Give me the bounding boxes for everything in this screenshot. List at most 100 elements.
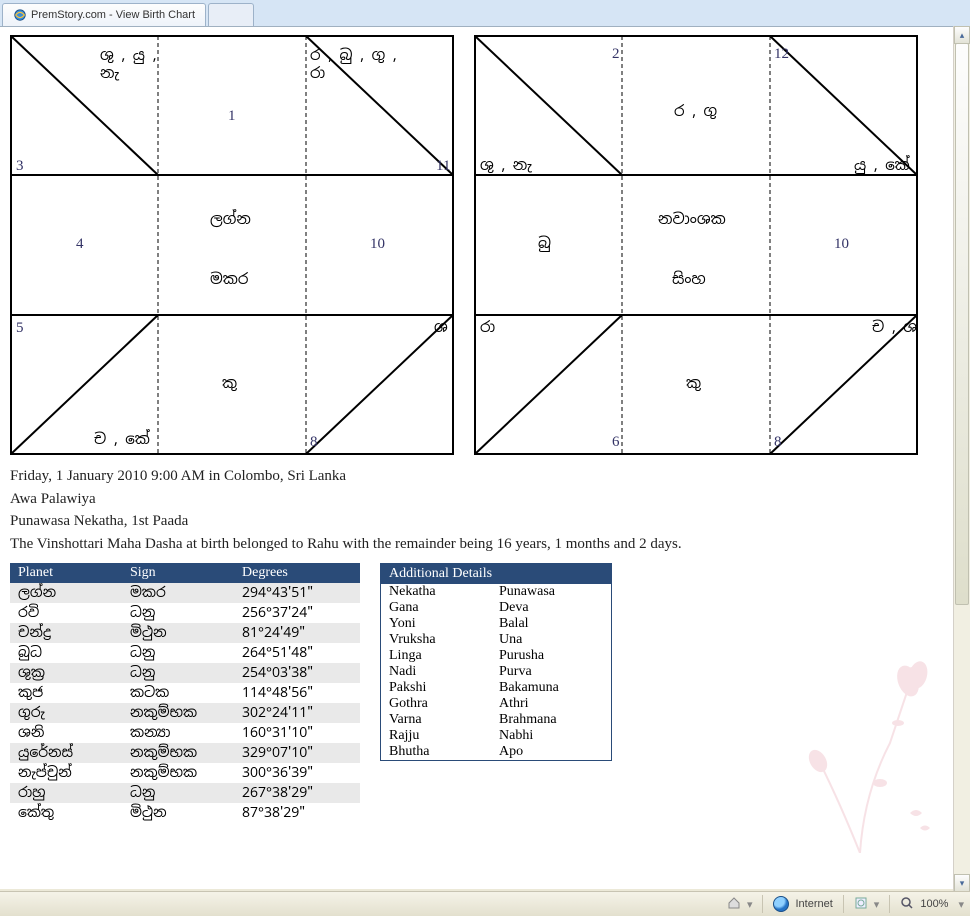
protected-mode-icon[interactable]	[854, 896, 868, 913]
detail-value: Brahmana	[491, 712, 612, 728]
table-row: GanaDeva	[381, 600, 612, 616]
detail-key: Gana	[381, 600, 492, 616]
planet-table: Planet Sign Degrees ලග්නමකර294°43'51"රවි…	[10, 563, 360, 823]
detail-value: Punawasa	[491, 584, 612, 600]
rasi-house9-text: ශ	[434, 319, 448, 337]
table-cell: කුජ	[10, 683, 122, 703]
tab-active[interactable]: PremStory.com - View Birth Chart	[2, 3, 206, 26]
detail-key: Varna	[381, 712, 492, 728]
info-datetime: Friday, 1 January 2010 9:00 AM in Colomb…	[10, 465, 952, 488]
rasi-house2-text: ශු , යු , නැ	[100, 47, 164, 83]
detail-key: Bhutha	[381, 744, 492, 761]
table-cell: චන්ද්‍ර	[10, 623, 122, 643]
table-cell: නැප්චුන්	[10, 763, 122, 783]
table-cell: 294°43'51"	[234, 583, 360, 603]
ie-icon	[13, 8, 27, 22]
detail-value: Nabhi	[491, 728, 612, 744]
details-table: Additional Details NekathaPunawasaGanaDe…	[380, 563, 612, 761]
nav-cl: බු	[538, 235, 551, 253]
table-row: RajjuNabhi	[381, 728, 612, 744]
page-content: ශු , යු , නැ ර , බු , ගු , රා 1 3 11 ලග්…	[0, 27, 958, 889]
table-row: කේතුමිථුන87°38'29"	[10, 803, 360, 823]
scroll-thumb[interactable]	[955, 43, 969, 605]
table-row: රාහුධනු267°38'29"	[10, 783, 360, 803]
planet-header-sign: Sign	[122, 563, 234, 583]
detail-key: Pakshi	[381, 680, 492, 696]
table-cell: මකර	[122, 583, 234, 603]
nav-center-top: නවාංශක	[658, 211, 726, 229]
rasi-house3-num: 3	[16, 157, 24, 175]
table-row: යුරේනස්නකුම්භක329°07'10"	[10, 743, 360, 763]
table-cell: 160°31'10"	[234, 723, 360, 743]
globe-icon	[773, 896, 789, 912]
nav-left-mid: ශු , නැ	[480, 157, 532, 175]
tab-new[interactable]	[208, 3, 254, 26]
table-cell: ධනු	[122, 663, 234, 683]
table-row: ලග්නමකර294°43'51"	[10, 583, 360, 603]
status-bar: ▾ Internet ▾ 100% ▾	[0, 891, 970, 916]
zoom-level[interactable]: 100%	[920, 898, 948, 910]
table-cell: 329°07'10"	[234, 743, 360, 763]
detail-value: Athri	[491, 696, 612, 712]
rasi-house11-num: 11	[436, 157, 450, 175]
table-row: ගුරුනකුම්භක302°24'11"	[10, 703, 360, 723]
nav-n10: 10	[834, 235, 849, 253]
detail-value: Purva	[491, 664, 612, 680]
scroll-up-button[interactable]: ▴	[954, 26, 970, 44]
zoom-icon[interactable]	[900, 896, 914, 913]
table-row: කුජකටක114°48'56"	[10, 683, 360, 703]
planet-header-planet: Planet	[10, 563, 122, 583]
nav-n2: 2	[612, 45, 620, 63]
table-cell: 256°37'24"	[234, 603, 360, 623]
rasi-house5-num: 5	[16, 319, 24, 337]
detail-value: Deva	[491, 600, 612, 616]
tab-title: PremStory.com - View Birth Chart	[31, 9, 195, 21]
rasi-chart: ශු , යු , නැ ර , බු , ගු , රා 1 3 11 ලග්…	[10, 35, 454, 455]
info-nekatha: Punawasa Nekatha, 1st Paada	[10, 510, 952, 533]
rasi-house8-text: කු	[222, 375, 237, 393]
rasi-center-bottom: මකර	[210, 271, 248, 289]
browser-window: PremStory.com - View Birth Chart ශ	[0, 0, 970, 916]
table-cell: කටක	[122, 683, 234, 703]
rasi-house1-num: 1	[228, 107, 236, 125]
table-row: VarnaBrahmana	[381, 712, 612, 728]
rasi-center-top: ලග්න	[210, 211, 251, 229]
nav-n6: 6	[612, 433, 620, 451]
rasi-house6-text: ච , කේ	[94, 431, 150, 449]
home-icon[interactable]	[727, 896, 741, 913]
detail-key: Linga	[381, 648, 492, 664]
security-zone-label: Internet	[795, 898, 832, 910]
navamsa-chart: 2 12 ර , ගු ශු , නැ යු , කේ නවාංශක බු 10…	[474, 35, 918, 455]
table-row: LingaPurusha	[381, 648, 612, 664]
tab-bar: PremStory.com - View Birth Chart	[0, 0, 970, 27]
detail-key: Yoni	[381, 616, 492, 632]
table-cell: නකුම්භක	[122, 703, 234, 723]
table-cell: කේතු	[10, 803, 122, 823]
detail-key: Vruksha	[381, 632, 492, 648]
detail-value: Bakamuna	[491, 680, 612, 696]
table-row: බුධධනු264°51'48"	[10, 643, 360, 663]
scroll-down-button[interactable]: ▾	[954, 874, 970, 892]
nav-n8: 8	[774, 433, 782, 451]
birth-info: Friday, 1 January 2010 9:00 AM in Colomb…	[10, 465, 952, 555]
vertical-scrollbar[interactable]: ▴ ▾	[953, 26, 970, 892]
rasi-house10-num: 10	[370, 235, 385, 253]
table-row: ශුක්‍රධනු254°03'38"	[10, 663, 360, 683]
nav-n12: 12	[774, 45, 789, 63]
detail-key: Rajju	[381, 728, 492, 744]
nav-top-mid: ර , ගු	[674, 103, 717, 121]
table-row: චන්ද්‍රමිථුන81°24'49"	[10, 623, 360, 643]
table-cell: බුධ	[10, 643, 122, 663]
rasi-house8-num: 8	[310, 433, 318, 451]
nav-center-bottom: සිංහ	[672, 271, 706, 289]
nav-bottom: කු	[686, 375, 701, 393]
rasi-house12-text: ර , බු , ගු , රා	[310, 47, 404, 83]
detail-key: Nekatha	[381, 584, 492, 600]
table-row: නැප්චුන්නකුම්භක300°36'39"	[10, 763, 360, 783]
table-row: NadiPurva	[381, 664, 612, 680]
table-row: VrukshaUna	[381, 632, 612, 648]
table-cell: රාහු	[10, 783, 122, 803]
detail-key: Gothra	[381, 696, 492, 712]
table-cell: 81°24'49"	[234, 623, 360, 643]
table-row: BhuthaApo	[381, 744, 612, 761]
